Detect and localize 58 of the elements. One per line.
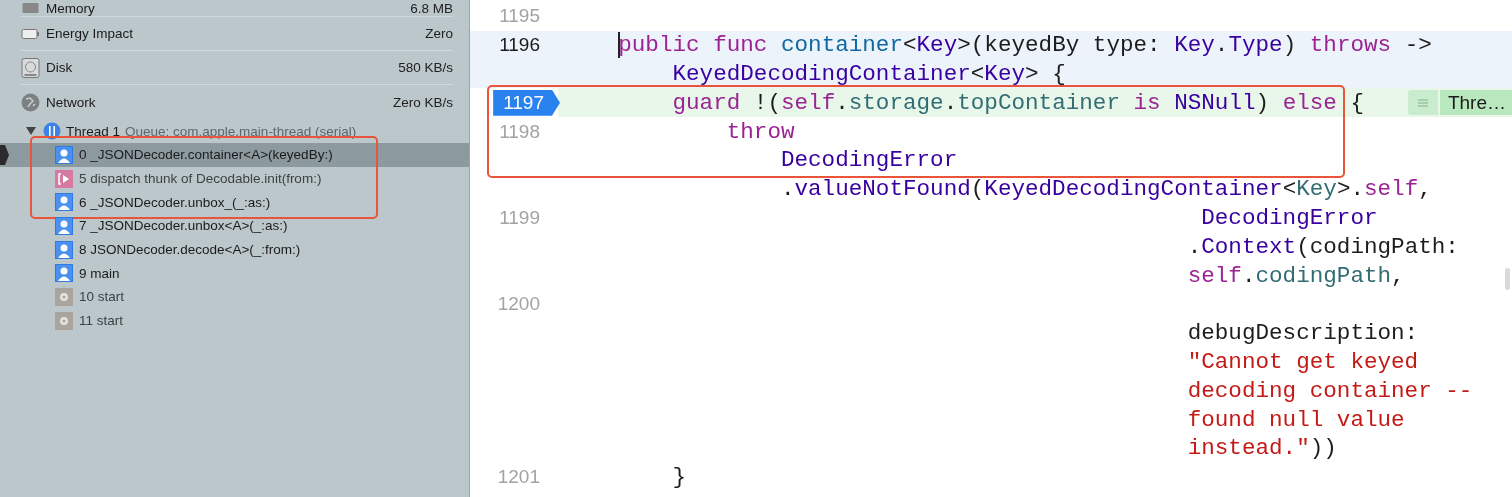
line-number: 1201 (497, 466, 540, 489)
person-icon (55, 264, 73, 283)
thread-icon (43, 122, 61, 140)
code-line: instead.")) (1186, 435, 1337, 462)
disclosure-triangle-down-icon[interactable] (26, 126, 36, 136)
code-line: throw (725, 118, 795, 145)
thread-annotation-badge[interactable]: Thre… (1439, 90, 1512, 116)
gauge-value: 6.8 MB (410, 0, 453, 16)
code-line: .Context(codingPath: (1186, 233, 1459, 260)
gauge-label[interactable]: Memory (46, 0, 405, 16)
scrollbar[interactable] (1505, 268, 1510, 290)
stack-frame-row[interactable]: 7 _JSONDecoder.unbox<A>(_:as:) (0, 214, 469, 238)
code-line: guard !(self.storage.topContainer is NSNull) else { (671, 89, 1365, 116)
line-number: 1198 (499, 120, 540, 143)
stack-frame-row[interactable]: 8 JSONDecoder.decode<A>(_:from:) (0, 237, 469, 262)
stack-frame-row[interactable]: 11 start (0, 308, 469, 333)
globe-icon (21, 92, 40, 112)
person-icon (55, 240, 73, 259)
person-icon (55, 193, 73, 212)
gauge-label[interactable]: Disk (46, 60, 393, 75)
gauge-label[interactable]: Energy Impact (46, 26, 420, 41)
battery-icon (21, 28, 40, 39)
code-line: public func container<Key>(keyedBy type: Key.Type) throws -> (617, 32, 1432, 59)
gauge-value: Zero KB/s (392, 94, 453, 110)
code-line: "Cannot get keyed (1186, 348, 1419, 375)
instruction-pointer-marker[interactable]: 1197 (493, 89, 560, 116)
code-line: found null value (1186, 406, 1405, 433)
stack-frame-row[interactable]: 0 _JSONDecoder.container<A>(keyedBy:) (0, 143, 469, 167)
code-line: KeyedDecodingContainer<Key> { (671, 61, 1066, 87)
person-icon (55, 216, 73, 235)
bracket-play-icon (55, 169, 73, 188)
disk-drive-icon (21, 57, 40, 78)
current-frame-marker-icon (0, 145, 9, 165)
line-number: 1195 (499, 5, 540, 28)
code-line: decoding container -- (1186, 377, 1473, 404)
person-icon (55, 145, 73, 164)
thread-queue-label: Queue: com.apple.main-thread (serial) (125, 123, 357, 139)
line-number: 1199 (499, 206, 540, 229)
stack-frame-row[interactable]: 9 main (0, 261, 469, 286)
issue-count-icon[interactable] (1407, 90, 1438, 116)
memory-chip-icon (21, 3, 40, 13)
gear-icon (55, 311, 73, 330)
thread-label[interactable]: Thread 1 (66, 123, 121, 139)
stack-frame-row[interactable]: 10 start (0, 285, 469, 309)
code-line: .valueNotFound(KeyedDecodingContainer<Key>.self, (779, 176, 1432, 203)
gauge-value: 580 KB/s (398, 60, 453, 75)
gear-icon (55, 287, 73, 306)
line-number: 1200 (497, 293, 540, 316)
stack-frame-row[interactable]: 5 dispatch thunk of Decodable.init(from:) (0, 166, 469, 191)
stack-frame-row[interactable]: 6 _JSONDecoder.unbox_(_:as:) (0, 190, 469, 215)
code-line: DecodingError (779, 147, 958, 174)
code-line: debugDescription: (1186, 320, 1419, 347)
gauge-value: Zero (425, 26, 453, 41)
code-line: } (671, 464, 687, 491)
line-number: 1196 (499, 34, 540, 57)
gauge-label[interactable]: Network (46, 94, 387, 110)
code-line: self.codingPath, (1186, 262, 1405, 289)
code-line: DecodingError (1200, 204, 1378, 231)
